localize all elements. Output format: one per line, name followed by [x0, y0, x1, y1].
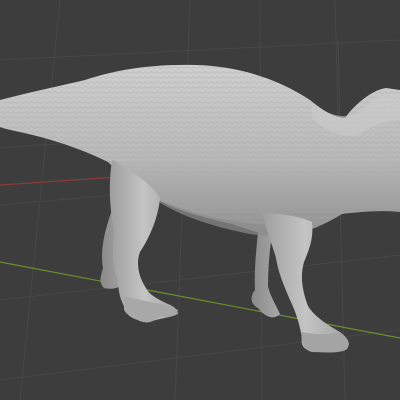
near-front-hand — [301, 332, 349, 353]
3d-viewport[interactable] — [0, 0, 400, 400]
viewport-canvas[interactable] — [0, 0, 400, 400]
